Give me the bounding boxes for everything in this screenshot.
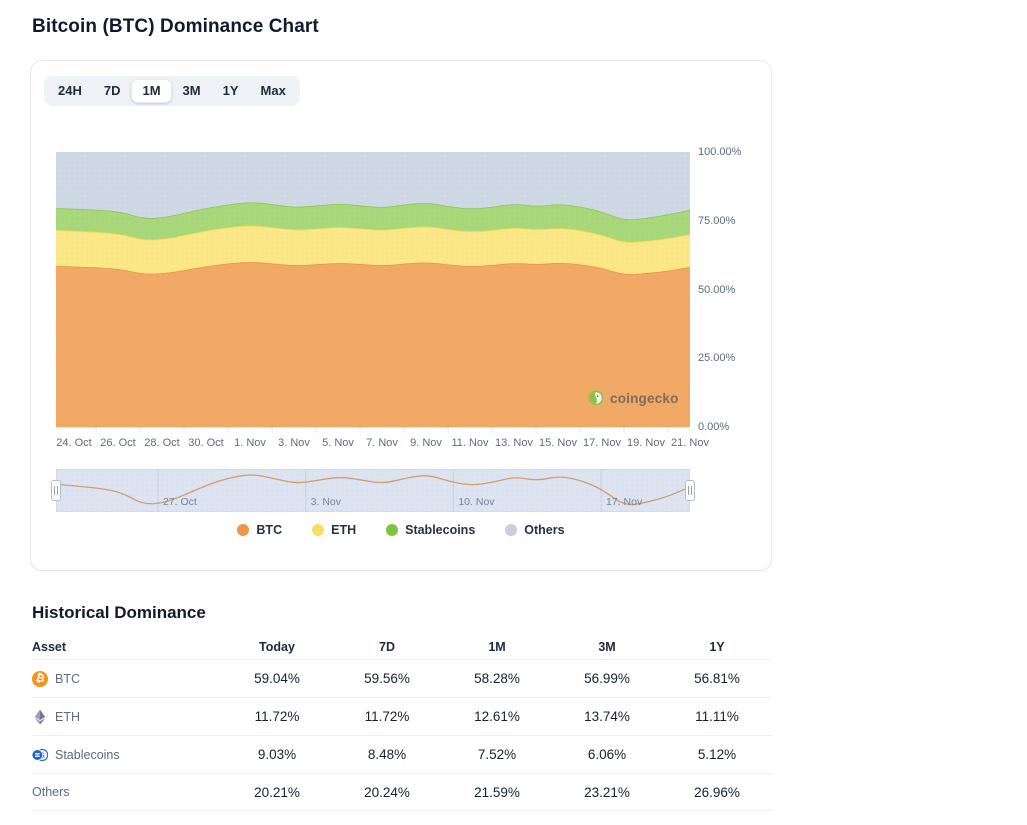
timeframe-max-button[interactable]: Max bbox=[250, 79, 297, 103]
stablecoins-icon bbox=[32, 747, 48, 763]
legend-item-stablecoins[interactable]: Stablecoins bbox=[386, 523, 475, 537]
asset-cell: ₿ BTC bbox=[32, 671, 222, 687]
y-axis-label: 50.00% bbox=[698, 283, 754, 297]
dominance-value: 12.61% bbox=[442, 709, 552, 724]
btc-coin-icon: ₿ bbox=[31, 669, 50, 688]
watermark: coingecko bbox=[588, 390, 679, 406]
dominance-value: 23.21% bbox=[552, 785, 662, 800]
column-header-7d: 7D bbox=[332, 640, 442, 654]
asset-cell: Stablecoins bbox=[32, 747, 222, 763]
asset-cell: ETH bbox=[32, 709, 222, 725]
navigator-date-label: 10. Nov bbox=[458, 496, 494, 508]
navigator-date-label: 27. Oct bbox=[163, 496, 197, 508]
table-row-others: Others 20.21%20.24%21.59%23.21%26.96% bbox=[32, 773, 772, 811]
column-header-3m: 3M bbox=[552, 640, 662, 654]
x-axis-label: 21. Nov bbox=[660, 437, 720, 449]
timeframe-1y-button[interactable]: 1Y bbox=[212, 79, 250, 103]
stablecoins-legend-dot-icon bbox=[386, 524, 398, 536]
dominance-value: 5.12% bbox=[662, 747, 772, 762]
legend-label: Others bbox=[524, 523, 564, 537]
dominance-value: 20.21% bbox=[222, 785, 332, 800]
dominance-value: 59.56% bbox=[332, 671, 442, 686]
column-header-asset: Asset bbox=[32, 640, 222, 654]
table-row-btc: ₿ BTC 59.04%59.56%58.28%56.99%56.81% bbox=[32, 659, 772, 697]
asset-name: ETH bbox=[55, 710, 80, 724]
legend-label: ETH bbox=[331, 523, 356, 537]
dominance-value: 7.52% bbox=[442, 747, 552, 762]
y-axis-label: 100.00% bbox=[698, 145, 754, 159]
asset-cell: Others bbox=[32, 785, 222, 799]
dominance-value: 59.04% bbox=[222, 671, 332, 686]
timeframe-24h-button[interactable]: 24H bbox=[47, 79, 93, 103]
dominance-value: 21.59% bbox=[442, 785, 552, 800]
dominance-value: 20.24% bbox=[332, 785, 442, 800]
dominance-value: 11.72% bbox=[332, 709, 442, 724]
eth-legend-dot-icon bbox=[312, 524, 324, 536]
coingecko-gecko-icon bbox=[588, 390, 604, 406]
navigator-handle-left[interactable] bbox=[51, 480, 61, 501]
watermark-label: coingecko bbox=[610, 391, 679, 406]
asset-name: BTC bbox=[55, 672, 80, 686]
timeframe-1m-button[interactable]: 1M bbox=[131, 79, 171, 103]
legend-item-btc[interactable]: BTC bbox=[237, 523, 282, 537]
historical-dominance-title: Historical Dominance bbox=[32, 603, 206, 623]
table-header-row: AssetToday7D1M3M1Y bbox=[32, 634, 772, 659]
table-row-stablecoins: Stablecoins 9.03%8.48%7.52%6.06%5.12% bbox=[32, 735, 772, 773]
btc-legend-dot-icon bbox=[237, 524, 249, 536]
dominance-value: 58.28% bbox=[442, 671, 552, 686]
historical-dominance-table: AssetToday7D1M3M1Y ₿ BTC 59.04%59.56%58.28%… bbox=[32, 634, 772, 811]
dominance-value: 56.81% bbox=[662, 671, 772, 686]
legend-item-eth[interactable]: ETH bbox=[312, 523, 356, 537]
chart-legend: BTC ETH Stablecoins Others bbox=[30, 523, 772, 537]
dominance-value: 6.06% bbox=[552, 747, 662, 762]
timeframe-7d-button[interactable]: 7D bbox=[93, 79, 132, 103]
y-axis-label: 25.00% bbox=[698, 351, 754, 365]
page-title: Bitcoin (BTC) Dominance Chart bbox=[32, 16, 319, 38]
column-header-1y: 1Y bbox=[662, 640, 772, 654]
others-legend-dot-icon bbox=[505, 524, 517, 536]
eth-coin-icon bbox=[32, 709, 48, 725]
legend-item-others[interactable]: Others bbox=[505, 523, 564, 537]
dominance-value: 13.74% bbox=[552, 709, 662, 724]
asset-name: Others bbox=[32, 785, 70, 799]
asset-name: Stablecoins bbox=[55, 748, 120, 762]
dominance-value: 26.96% bbox=[662, 785, 772, 800]
chart-navigator[interactable] bbox=[56, 469, 690, 512]
table-row-eth: ETH11.72%11.72%12.61%13.74%11.11% bbox=[32, 697, 772, 735]
dominance-value: 11.11% bbox=[662, 709, 772, 724]
column-header-1m: 1M bbox=[442, 640, 552, 654]
dominance-value: 11.72% bbox=[222, 709, 332, 724]
y-axis-label: 75.00% bbox=[698, 214, 754, 228]
dominance-value: 9.03% bbox=[222, 747, 332, 762]
timeframe-selector: 24H7D1M3M1YMax bbox=[44, 76, 300, 106]
column-header-today: Today bbox=[222, 640, 332, 654]
dominance-value: 56.99% bbox=[552, 671, 662, 686]
dominance-value: 8.48% bbox=[332, 747, 442, 762]
legend-label: BTC bbox=[256, 523, 282, 537]
navigator-date-label: 3. Nov bbox=[311, 496, 341, 508]
btc-dominance-page: Bitcoin (BTC) Dominance Chart 24H7D1M3M1… bbox=[0, 0, 1027, 825]
timeframe-3m-button[interactable]: 3M bbox=[172, 79, 212, 103]
y-axis-label: 0.00% bbox=[698, 420, 754, 434]
navigator-date-label: 17. Nov bbox=[606, 496, 642, 508]
legend-label: Stablecoins bbox=[405, 523, 475, 537]
navigator-handle-right[interactable] bbox=[685, 480, 695, 501]
